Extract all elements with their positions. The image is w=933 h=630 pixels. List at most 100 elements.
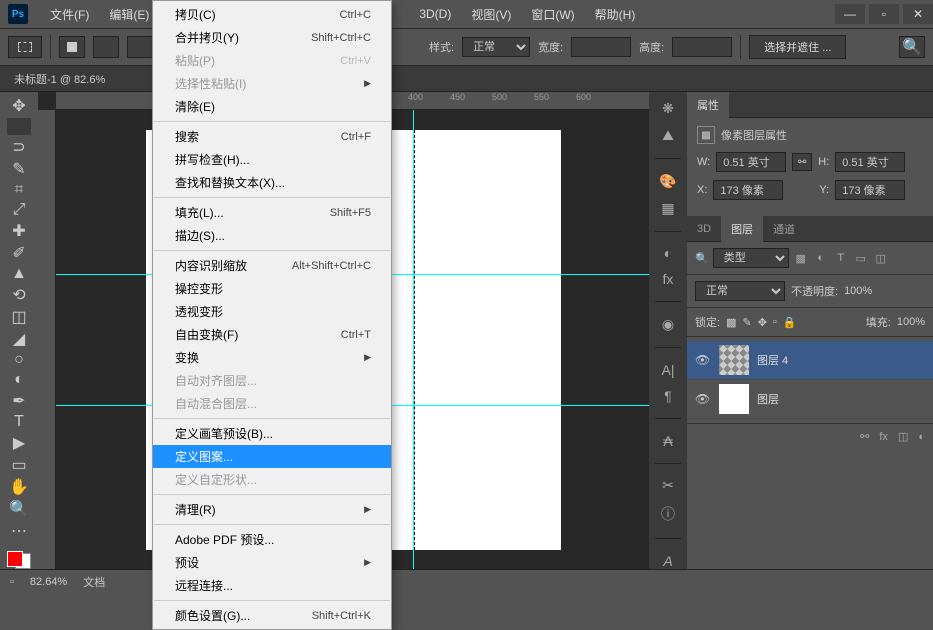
menu-item[interactable]: 合并拷贝(Y)Shift+Ctrl+C bbox=[153, 26, 391, 49]
filter-type-icon[interactable]: T bbox=[833, 251, 849, 265]
healing-tool[interactable]: ✚ bbox=[7, 221, 31, 241]
menu-item[interactable]: 拼写检查(H)... bbox=[153, 148, 391, 171]
menu-item[interactable]: 清除(E) bbox=[153, 95, 391, 118]
subtract-selection-icon[interactable] bbox=[127, 36, 153, 58]
layer-name[interactable]: 图层 4 bbox=[757, 352, 788, 368]
doc-info[interactable]: 文档 bbox=[83, 574, 105, 590]
menu-item[interactable]: 定义画笔预设(B)... bbox=[153, 422, 391, 445]
brushes-icon[interactable]: ◉ bbox=[657, 316, 679, 333]
menu-item[interactable]: 清理(R)▶ bbox=[153, 498, 391, 521]
menu-item[interactable]: 透视变形 bbox=[153, 300, 391, 323]
new-selection-icon[interactable] bbox=[59, 36, 85, 58]
add-selection-icon[interactable] bbox=[93, 36, 119, 58]
history-brush-tool[interactable]: ⟲ bbox=[7, 285, 31, 305]
info-icon[interactable]: ⓘ bbox=[657, 504, 679, 524]
path-select-tool[interactable]: ▶ bbox=[7, 433, 31, 453]
guide-vertical[interactable] bbox=[413, 110, 414, 569]
quick-select-tool[interactable]: ✎ bbox=[7, 159, 31, 179]
menu-item[interactable]: 自由变换(F)Ctrl+T bbox=[153, 323, 391, 346]
filter-adj-icon[interactable]: ◐ bbox=[813, 251, 829, 265]
lasso-tool[interactable]: ⊃ bbox=[7, 137, 31, 157]
select-mask-button[interactable]: 选择并遮住 ... bbox=[749, 35, 846, 59]
opacity-value[interactable]: 100% bbox=[844, 285, 872, 297]
eyedropper-tool[interactable]: ⤢ bbox=[7, 201, 31, 219]
document-tab[interactable]: 未标题-1 @ 82.6% bbox=[6, 67, 113, 91]
tool-preset-icon[interactable] bbox=[8, 36, 42, 58]
menu-item[interactable]: 内容识别缩放Alt+Shift+Ctrl+C bbox=[153, 254, 391, 277]
edit-toolbar[interactable]: ⋯ bbox=[7, 521, 31, 541]
style-select[interactable]: 正常 bbox=[462, 37, 530, 57]
menu-item[interactable]: 拷贝(C)Ctrl+C bbox=[153, 3, 391, 26]
lock-transparency-icon[interactable]: ▩ bbox=[726, 316, 736, 329]
layer-item[interactable]: 👁 图层 4 bbox=[687, 341, 933, 380]
fx-icon[interactable]: fx bbox=[879, 431, 888, 443]
layer-name[interactable]: 图层 bbox=[757, 391, 779, 407]
menu-item[interactable]: Adobe PDF 预设... bbox=[153, 528, 391, 551]
pen-tool[interactable]: ✒ bbox=[7, 391, 31, 411]
link-icon[interactable]: ⚯ bbox=[792, 153, 812, 171]
width-input[interactable] bbox=[571, 37, 631, 57]
menu-help[interactable]: 帮助(H) bbox=[585, 2, 646, 27]
menu-item[interactable]: 搜索Ctrl+F bbox=[153, 125, 391, 148]
menu-3d[interactable]: 3D(D) bbox=[409, 3, 461, 25]
eraser-tool[interactable]: ◫ bbox=[7, 307, 31, 327]
lock-all-icon[interactable]: 🔒 bbox=[783, 316, 797, 329]
menu-item[interactable]: 描边(S)... bbox=[153, 224, 391, 247]
search-icon[interactable]: 🔍 bbox=[899, 36, 925, 58]
menu-item[interactable]: 颜色设置(G)...Shift+Ctrl+K bbox=[153, 604, 391, 627]
menu-item[interactable]: 变换▶ bbox=[153, 346, 391, 369]
foreground-color[interactable] bbox=[7, 551, 23, 567]
brush-tool[interactable]: ✐ bbox=[7, 243, 31, 263]
move-tool[interactable]: ✥ bbox=[7, 96, 31, 116]
y-field[interactable] bbox=[835, 180, 905, 200]
type-tool[interactable]: T bbox=[7, 413, 31, 431]
width-field[interactable] bbox=[716, 152, 786, 172]
adjustment-layer-icon[interactable]: ◐ bbox=[918, 431, 925, 443]
character-icon[interactable]: A| bbox=[657, 362, 679, 378]
link-layers-icon[interactable]: ⚯ bbox=[860, 430, 869, 443]
color-icon[interactable]: ❋ bbox=[657, 100, 679, 117]
menu-item[interactable]: 填充(L)...Shift+F5 bbox=[153, 201, 391, 224]
zoom-level[interactable]: 82.64% bbox=[30, 576, 67, 588]
height-input[interactable] bbox=[672, 37, 732, 57]
blur-tool[interactable]: ○ bbox=[7, 351, 31, 369]
glyphs-icon[interactable]: ₳ bbox=[657, 433, 679, 449]
layer-filter-select[interactable]: 类型 bbox=[713, 248, 789, 268]
paths-icon[interactable]: ✂ bbox=[657, 477, 679, 494]
shape-tool[interactable]: ▭ bbox=[7, 455, 31, 475]
styles-icon[interactable]: ▦ bbox=[657, 200, 679, 217]
dodge-tool[interactable]: ◐ bbox=[7, 371, 31, 389]
close-button[interactable]: ✕ bbox=[903, 4, 933, 24]
height-field[interactable] bbox=[835, 152, 905, 172]
swatches-icon[interactable]: ⛰ bbox=[657, 127, 679, 144]
menu-item[interactable]: 操控变形 bbox=[153, 277, 391, 300]
x-field[interactable] bbox=[713, 180, 783, 200]
layer-thumbnail[interactable] bbox=[719, 384, 749, 414]
filter-smart-icon[interactable]: ◫ bbox=[873, 251, 889, 265]
tab-layers[interactable]: 图层 bbox=[721, 216, 763, 242]
paragraph-icon[interactable]: ¶ bbox=[657, 388, 679, 404]
menu-item[interactable]: 查找和替换文本(X)... bbox=[153, 171, 391, 194]
menu-view[interactable]: 视图(V) bbox=[461, 2, 521, 27]
filter-pixel-icon[interactable]: ▩ bbox=[793, 251, 809, 265]
menu-item[interactable]: 预设▶ bbox=[153, 551, 391, 574]
visibility-icon[interactable]: 👁 bbox=[695, 392, 711, 406]
lock-artboard-icon[interactable]: ▫ bbox=[773, 316, 777, 328]
gradient-tool[interactable]: ◢ bbox=[7, 329, 31, 349]
quick-mask-icon[interactable]: ▫ bbox=[10, 576, 14, 588]
crop-tool[interactable]: ⌗ bbox=[7, 181, 31, 199]
stamp-tool[interactable]: ▲ bbox=[7, 265, 31, 283]
tab-3d[interactable]: 3D bbox=[687, 218, 721, 240]
menu-edit[interactable]: 编辑(E) bbox=[99, 2, 159, 27]
menu-file[interactable]: 文件(F) bbox=[40, 2, 99, 27]
layer-item[interactable]: 👁 图层 bbox=[687, 380, 933, 419]
ruler-vertical[interactable] bbox=[38, 110, 56, 569]
lock-position-icon[interactable]: ✥ bbox=[758, 316, 767, 329]
menu-item[interactable]: 定义图案... bbox=[153, 445, 391, 468]
filter-shape-icon[interactable]: ▭ bbox=[853, 251, 869, 265]
history-icon[interactable]: ◐ bbox=[657, 245, 679, 261]
mask-icon[interactable]: ◫ bbox=[898, 430, 908, 443]
tab-channels[interactable]: 通道 bbox=[763, 216, 805, 242]
menu-window[interactable]: 窗口(W) bbox=[521, 2, 584, 27]
adjustments-icon[interactable]: 🎨 bbox=[657, 173, 679, 190]
